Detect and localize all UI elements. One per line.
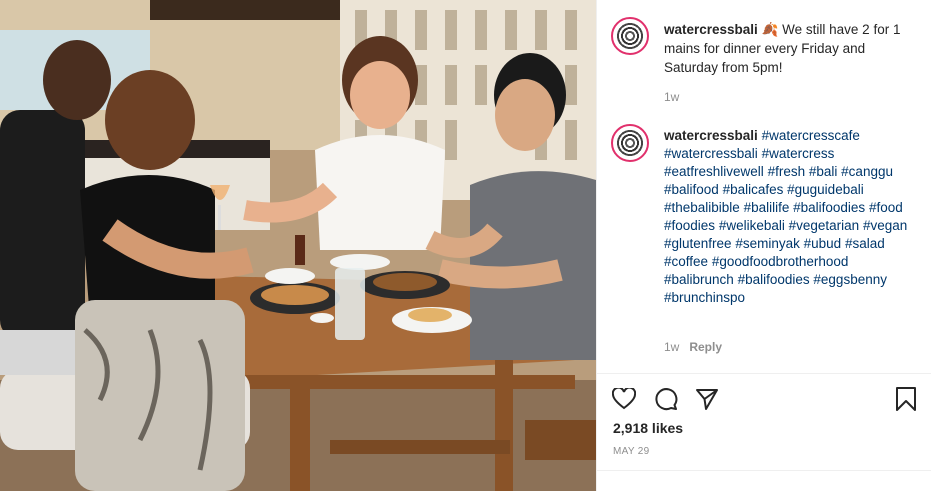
hashtag-link[interactable]: #watercressbali [664,146,758,161]
comment-icon[interactable] [653,386,679,412]
comment-avatar[interactable] [611,124,649,162]
hashtag-link[interactable]: #guguidebali [787,182,864,197]
divider [597,373,931,374]
hashtag-link[interactable]: #balifood [664,182,719,197]
hashtag-link[interactable]: #brunchinspo [664,290,745,305]
share-icon[interactable] [694,386,720,412]
hashtag-link[interactable]: #glutenfree [664,236,732,251]
hashtag-link[interactable]: #watercresscafe [762,128,860,143]
hashtag-link[interactable]: #balibrunch [664,272,734,287]
comment-meta: 1w Reply [664,340,722,354]
hashtag-link[interactable]: #fresh [768,164,806,179]
hashtag-link[interactable]: #bali [809,164,838,179]
hashtag-link[interactable]: #vegetarian [789,218,860,233]
hashtag-link[interactable]: #foodies [664,218,715,233]
hashtag-link[interactable]: #salad [845,236,885,251]
hashtag-list: #watercresscafe #watercressbali #watercr… [664,128,907,305]
hashtag-link[interactable]: #coffee [664,254,708,269]
hashtag-link[interactable]: #eggsbenny [813,272,887,287]
avatar-logo-icon [615,21,645,51]
hashtag-link[interactable]: #watercress [762,146,835,161]
comment-text: watercressbali #watercresscafe #watercre… [664,127,919,307]
caption-username[interactable]: watercressbali [664,22,758,37]
hashtag-link[interactable]: #welikebali [719,218,785,233]
bookmark-icon[interactable] [893,386,919,412]
hashtag-link[interactable]: #eatfreshlivewell [664,164,764,179]
avatar-logo-icon [615,128,645,158]
reply-button[interactable]: Reply [689,340,722,354]
hashtag-link[interactable]: #balifoodies [738,272,810,287]
like-count[interactable]: 2,918 likes [613,420,683,436]
heart-icon[interactable] [611,386,637,412]
leaf-emoji: 🍂 [761,22,779,37]
comment-username[interactable]: watercressbali [664,128,758,143]
post-photo[interactable] [0,0,596,491]
hashtag-link[interactable]: #balicafes [723,182,784,197]
hashtag-link[interactable]: #thebalibible [664,200,740,215]
post-side-panel: watercressbali 🍂 We still have 2 for 1 m… [596,0,931,491]
hashtag-link[interactable]: #vegan [863,218,907,233]
hashtag-link[interactable]: #canggu [841,164,893,179]
avatar[interactable] [611,17,649,55]
post-window: watercressbali 🍂 We still have 2 for 1 m… [0,0,931,491]
hashtag-link[interactable]: #ubud [804,236,842,251]
caption-timestamp[interactable]: 1w [664,90,679,104]
divider [597,470,931,471]
post-caption: watercressbali 🍂 We still have 2 for 1 m… [664,20,919,77]
hashtag-link[interactable]: #balilife [744,200,790,215]
hashtag-link[interactable]: #balifoodies [793,200,865,215]
comment-timestamp[interactable]: 1w [664,340,679,354]
post-date[interactable]: MAY 29 [613,446,649,457]
hashtag-link[interactable]: #goodfoodbrotherhood [712,254,849,269]
hashtag-link[interactable]: #seminyak [735,236,800,251]
hashtag-link[interactable]: #food [869,200,903,215]
